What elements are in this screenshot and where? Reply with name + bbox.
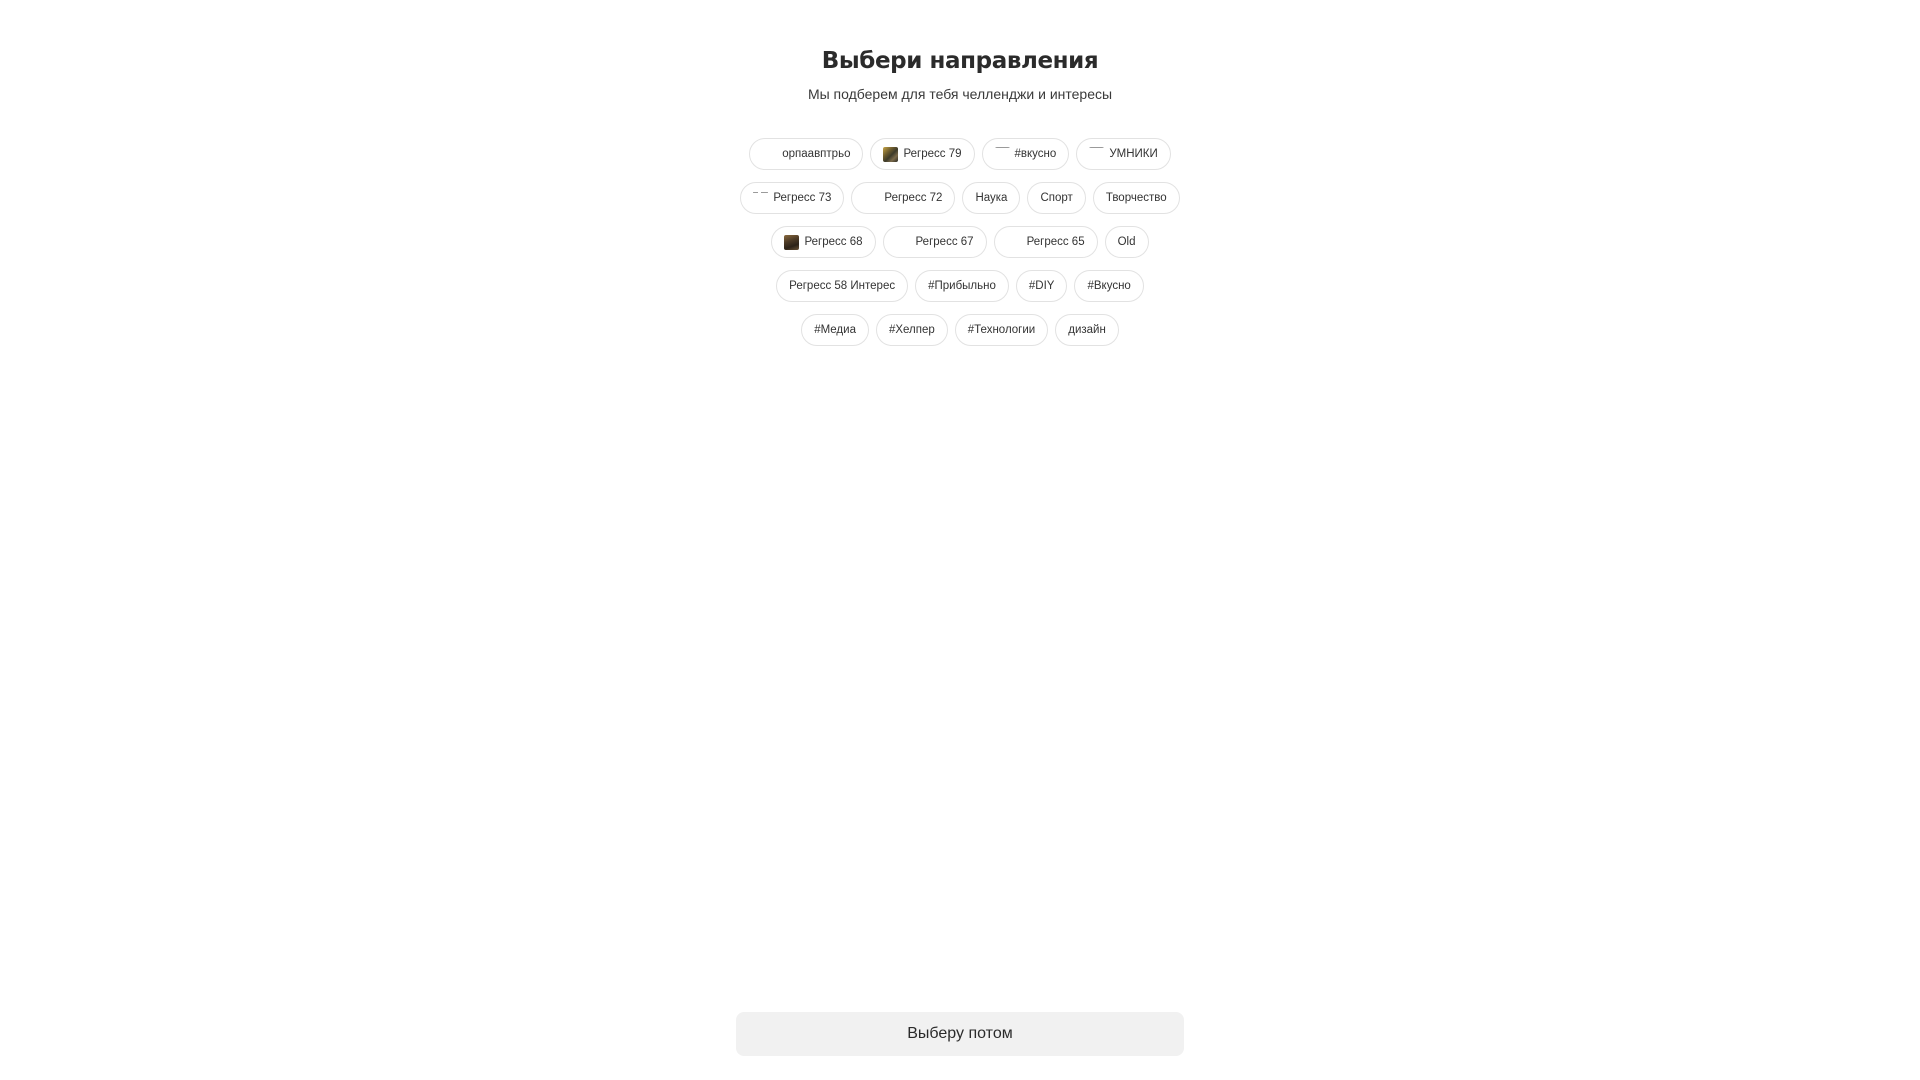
chip-label: Творчество xyxy=(1105,192,1167,204)
chip-label: орпаавптрьо xyxy=(782,148,851,160)
chip-label: Регресс 65 xyxy=(1026,236,1085,248)
interest-selection-page: Выбери направления Мы подберем для тебя … xyxy=(0,0,1920,1080)
interest-chip[interactable]: Регресс 73 xyxy=(740,182,845,214)
interest-chip[interactable]: Регресс 58 Интерес xyxy=(776,270,909,302)
chip-label: Регресс 79 xyxy=(903,148,962,160)
chip-thumbnail xyxy=(753,190,769,206)
interest-chip[interactable]: Регресс 68 xyxy=(771,226,876,258)
chip-label: #DIY xyxy=(1028,280,1055,292)
chip-label: #Прибыльно xyxy=(928,280,996,292)
interest-chip[interactable]: Регресс 65 xyxy=(993,226,1098,258)
header: Выбери направления Мы подберем для тебя … xyxy=(0,44,1920,104)
chip-label: Регресс 58 Интерес xyxy=(789,280,896,292)
chip-label: Old xyxy=(1117,236,1136,248)
interest-chip[interactable]: Наука xyxy=(962,182,1021,214)
chip-label: #Медиа xyxy=(814,324,856,336)
chip-row: Регресс 73 Регресс 72 Наука Спорт Творчество xyxy=(740,182,1180,214)
interest-chip[interactable]: Регресс 67 xyxy=(882,226,987,258)
interest-chip[interactable]: #Вкусно xyxy=(1074,270,1144,302)
chip-label: Регресс 73 xyxy=(773,192,832,204)
interest-chip[interactable]: #Технологии xyxy=(954,314,1049,346)
chip-thumbnail xyxy=(883,146,899,162)
chip-thumbnail xyxy=(784,234,800,250)
interest-chip[interactable]: #Хелпер xyxy=(875,314,948,346)
chip-label: #Хелпер xyxy=(888,324,935,336)
chip-label: Регресс 68 xyxy=(804,236,863,248)
interest-chip[interactable]: #DIY xyxy=(1015,270,1068,302)
chip-row: #Медиа #Хелпер #Технологии дизайн xyxy=(801,314,1119,346)
page-title: Выбери направления xyxy=(821,48,1099,74)
chip-label: Регресс 67 xyxy=(915,236,974,248)
chip-thumbnail xyxy=(762,147,777,162)
chip-thumbnail xyxy=(994,146,1010,162)
interest-chip[interactable]: Регресс 79 xyxy=(870,138,975,170)
chip-label: #вкусно xyxy=(1014,148,1057,160)
interest-chip[interactable]: Регресс 72 xyxy=(851,182,956,214)
interest-chip[interactable]: дизайн xyxy=(1055,314,1119,346)
interest-chip[interactable]: Спорт xyxy=(1027,182,1086,214)
interest-chip-list: орпаавптрьо Регресс 79 #вкусно УМНИКИ Регрес… xyxy=(0,138,1920,346)
chip-row: орпаавптрьо Регресс 79 #вкусно УМНИКИ xyxy=(749,138,1171,170)
chip-label: Спорт xyxy=(1040,192,1073,204)
choose-later-button[interactable]: Выберу потом xyxy=(736,1012,1184,1056)
chip-thumbnail xyxy=(864,191,879,206)
chip-thumbnail xyxy=(1007,235,1022,250)
chip-label: УМНИКИ xyxy=(1109,148,1158,160)
chip-label: #Технологии xyxy=(967,324,1036,336)
interest-chip[interactable]: орпаавптрьо xyxy=(749,138,864,170)
chip-thumbnail xyxy=(896,235,911,250)
interest-chip[interactable]: #вкусно xyxy=(981,138,1070,170)
chip-label: Регресс 72 xyxy=(884,192,943,204)
chip-thumbnail xyxy=(1089,146,1105,162)
chip-row: Регресс 58 Интерес #Прибыльно #DIY #Вкусно xyxy=(776,270,1144,302)
interest-chip[interactable]: Old xyxy=(1104,226,1149,258)
interest-chip[interactable]: УМНИКИ xyxy=(1076,138,1171,170)
interest-chip[interactable]: #Прибыльно xyxy=(915,270,1009,302)
chip-label: #Вкусно xyxy=(1087,280,1131,292)
chip-label: Наука xyxy=(975,192,1008,204)
chip-label: дизайн xyxy=(1068,324,1106,336)
chip-row: Регресс 68 Регресс 67 Регресс 65 Old xyxy=(771,226,1149,258)
interest-chip[interactable]: #Медиа xyxy=(801,314,869,346)
interest-chip[interactable]: Творчество xyxy=(1092,182,1180,214)
page-subtitle: Мы подберем для тебя челленджи и интерес… xyxy=(807,86,1113,102)
